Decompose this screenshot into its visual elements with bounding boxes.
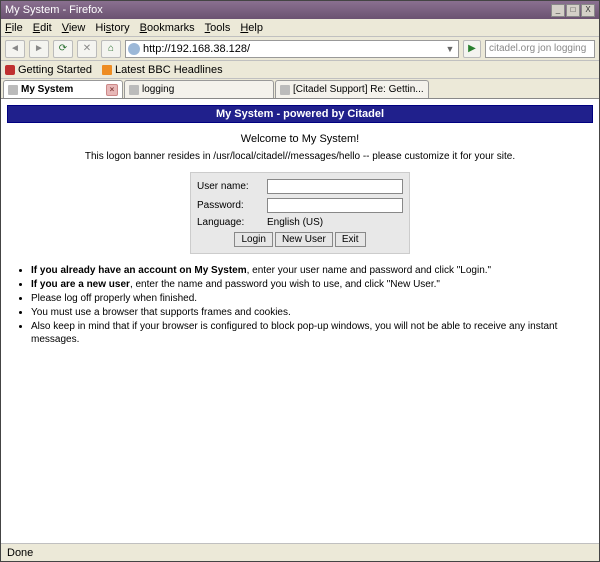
menu-bookmarks[interactable]: Bookmarks xyxy=(140,22,195,34)
menu-view[interactable]: View xyxy=(62,22,86,34)
list-item: If you already have an account on My Sys… xyxy=(31,264,583,277)
go-button[interactable]: ▶ xyxy=(463,40,481,58)
rss-icon xyxy=(102,65,112,75)
page-icon xyxy=(129,85,139,95)
titlebar: My System - Firefox _ □ X xyxy=(1,1,599,19)
url-text: http://192.168.38.128/ xyxy=(143,43,444,55)
banner-subtext: This logon banner resides in /usr/local/… xyxy=(7,151,593,162)
url-dropdown-icon[interactable]: ▼ xyxy=(444,44,456,54)
list-item: Please log off properly when finished. xyxy=(31,292,583,305)
menu-tools[interactable]: Tools xyxy=(205,22,231,34)
maximize-button[interactable]: □ xyxy=(566,4,580,17)
window-controls: _ □ X xyxy=(551,4,595,17)
forward-button[interactable]: ► xyxy=(29,40,49,58)
search-text: citadel.org jon logging xyxy=(489,43,586,54)
menu-file[interactable]: File xyxy=(5,22,23,34)
url-bar[interactable]: http://192.168.38.128/ ▼ xyxy=(125,40,459,58)
tab-my-system[interactable]: My System × xyxy=(3,80,123,98)
tab-close-icon[interactable]: × xyxy=(106,84,118,96)
page-icon xyxy=(280,85,290,95)
language-label: Language: xyxy=(197,217,267,228)
welcome-heading: Welcome to My System! xyxy=(7,133,593,145)
page-content: My System - powered by Citadel Welcome t… xyxy=(1,99,599,543)
bookmarks-toolbar: Getting Started Latest BBC Headlines xyxy=(1,61,599,79)
exit-button[interactable]: Exit xyxy=(335,232,366,247)
window-title: My System - Firefox xyxy=(5,4,103,16)
page-icon xyxy=(8,85,18,95)
bookmark-bbc[interactable]: Latest BBC Headlines xyxy=(102,64,223,76)
reload-button[interactable]: ⟳ xyxy=(53,40,73,58)
tab-citadel-support[interactable]: [Citadel Support] Re: Gettin... xyxy=(275,80,429,98)
nav-toolbar: ◄ ► ⟳ ✕ ⌂ http://192.168.38.128/ ▼ ▶ cit… xyxy=(1,37,599,61)
status-text: Done xyxy=(7,547,33,559)
bookmark-icon xyxy=(5,65,15,75)
stop-button[interactable]: ✕ xyxy=(77,40,97,58)
password-input[interactable] xyxy=(267,198,403,213)
login-form: User name: Password: Language: English (… xyxy=(190,172,410,254)
new-user-button[interactable]: New User xyxy=(275,232,333,247)
tab-logging[interactable]: logging xyxy=(124,80,274,98)
language-value: English (US) xyxy=(267,217,323,228)
list-item: Also keep in mind that if your browser i… xyxy=(31,320,583,346)
back-button[interactable]: ◄ xyxy=(5,40,25,58)
page-banner: My System - powered by Citadel xyxy=(7,105,593,123)
instructions: If you already have an account on My Sys… xyxy=(7,264,593,346)
site-icon xyxy=(128,43,140,55)
login-button[interactable]: Login xyxy=(234,232,272,247)
tab-strip: My System × logging [Citadel Support] Re… xyxy=(1,79,599,99)
home-button[interactable]: ⌂ xyxy=(101,40,121,58)
browser-window: My System - Firefox _ □ X File Edit View… xyxy=(0,0,600,562)
username-label: User name: xyxy=(197,181,267,192)
password-label: Password: xyxy=(197,200,267,211)
minimize-button[interactable]: _ xyxy=(551,4,565,17)
list-item: You must use a browser that supports fra… xyxy=(31,306,583,319)
menu-edit[interactable]: Edit xyxy=(33,22,52,34)
menu-history[interactable]: History xyxy=(95,22,129,34)
close-button[interactable]: X xyxy=(581,4,595,17)
menu-help[interactable]: Help xyxy=(240,22,263,34)
status-bar: Done xyxy=(1,543,599,561)
username-input[interactable] xyxy=(267,179,403,194)
menubar: File Edit View History Bookmarks Tools H… xyxy=(1,19,599,37)
search-box[interactable]: citadel.org jon logging xyxy=(485,40,595,58)
list-item: If you are a new user, enter the name an… xyxy=(31,278,583,291)
bookmark-getting-started[interactable]: Getting Started xyxy=(5,64,92,76)
